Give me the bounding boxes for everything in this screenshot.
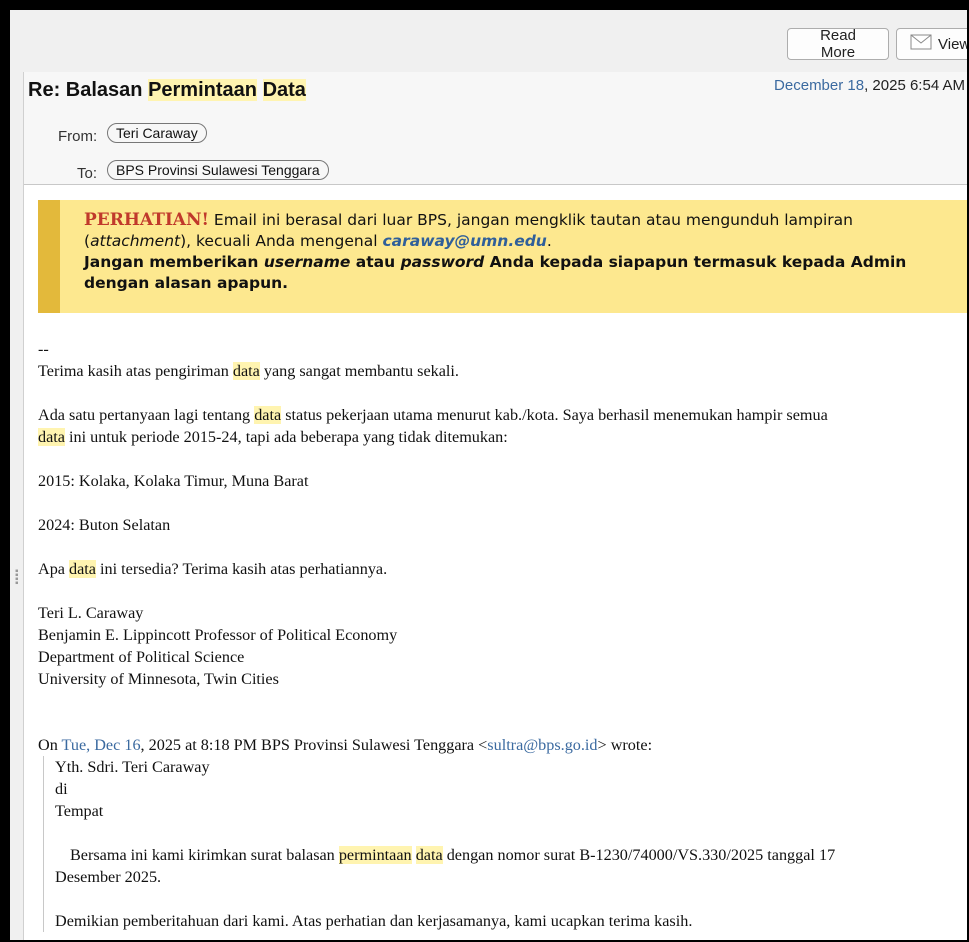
to-contact-pill[interactable]: BPS Provinsi Sulawesi Tenggara <box>107 160 329 180</box>
attribution-text-b: , 2025 at 8:18 PM BPS Provinsi Sulawesi … <box>140 736 488 754</box>
warning-text-3a: Jangan memberikan <box>84 253 264 271</box>
signature-title: Benjamin E. Lippincott Professor of Poli… <box>38 626 398 644</box>
from-contact-pill[interactable]: Teri Caraway <box>107 123 207 143</box>
signature-separator: -- <box>38 340 49 358</box>
date-time: , 2025 6:54 AM <box>864 77 965 94</box>
warning-line-4: dengan alasan apapun. <box>84 274 289 292</box>
p1-text-b: yang sangat membantu sekali. <box>259 362 459 380</box>
attribution-text-c: > wrote: <box>597 736 653 754</box>
message-date: December 18, 2025 6:54 AM <box>774 77 965 94</box>
body-paragraph-5: Apa data ini tersedia? Terima kasih atas… <box>38 558 967 580</box>
view-button[interactable]: View <box>896 28 967 60</box>
body-paragraph-3: 2015: Kolaka, Kolaka Timur, Muna Barat <box>38 472 309 490</box>
p1-text-a: Terima kasih atas pengiriman <box>38 362 233 380</box>
subject-highlight-1: Permintaan <box>148 79 257 101</box>
quote-line-di: di <box>55 780 68 798</box>
p5-text-a: Apa <box>38 560 70 578</box>
p5-highlight: data <box>69 560 96 578</box>
message-subject: Re: Balasan Permintaan Data <box>28 79 306 102</box>
warning-text-3b: atau <box>350 253 401 271</box>
warning-password-term: password <box>400 253 485 271</box>
signature-department: Department of Political Science <box>38 648 245 666</box>
envelope-icon <box>910 34 932 54</box>
warning-line-2: (attachment), kecuali Anda mengenal cara… <box>84 231 967 252</box>
p2-text-a: Ada satu pertanyaan lagi tentang <box>38 406 255 424</box>
p2-highlight-2: data <box>38 428 65 446</box>
q4-highlight-2: data <box>415 846 443 864</box>
p2-text-c: ini untuk periode 2015-24, tapi ada bebe… <box>64 428 508 446</box>
from-label: From: <box>58 128 98 145</box>
attribution-text-a: On <box>38 736 62 754</box>
quote-attribution: On Tue, Dec 16, 2025 at 8:18 PM BPS Prov… <box>38 734 967 756</box>
quoted-email-link[interactable]: sultra@bps.go.id <box>487 736 597 754</box>
warning-text-2b: ), kecuali Anda mengenal <box>180 232 383 250</box>
body-paragraph-2-cont: data ini untuk periode 2015-24, tapi ada… <box>38 426 967 448</box>
signature-university: University of Minnesota, Twin Cities <box>38 670 279 688</box>
warning-line-1: PERHATIAN! Email ini berasal dari luar B… <box>84 210 967 231</box>
p1-highlight: data <box>232 362 260 380</box>
toolbar: Read More View <box>10 10 967 73</box>
q4-text-b: dengan nomor surat B-1230/74000/VS.330/2… <box>442 846 836 864</box>
warning-text-3c: Anda kepada siapapun termasuk kepada Adm… <box>484 253 907 271</box>
message-body: -- Terima kasih atas pengiriman data yan… <box>38 338 967 932</box>
quoted-message: Yth. Sdri. Teri Caraway di Tempat Bersam… <box>43 756 967 932</box>
message-header: Re: Balasan Permintaan Data December 18,… <box>24 72 967 185</box>
splitter-grip-icon: ▪ ▪ ▪ ▪ <box>15 566 19 589</box>
sender-email-link[interactable]: caraway@umn.edu <box>382 232 546 250</box>
pane-splitter[interactable]: ▪ ▪ ▪ ▪ <box>10 72 24 940</box>
date-link[interactable]: December 18 <box>774 77 864 94</box>
p2-text-b: status pekerjaan utama menurut kab./kota… <box>281 406 828 424</box>
warning-text-1: Email ini berasal dari luar BPS, jangan … <box>209 211 853 229</box>
body-paragraph-2: Ada satu pertanyaan lagi tentang data st… <box>38 404 967 426</box>
body-paragraph-1: Terima kasih atas pengiriman data yang s… <box>38 360 967 382</box>
quote-paragraph-2: Demikian pemberitahuan dari kami. Atas p… <box>55 912 693 930</box>
quote-paragraph-1-cont: Desember 2025. <box>55 868 162 886</box>
to-label: To: <box>77 165 98 182</box>
q4-highlight-1: permintaan <box>338 846 412 864</box>
subject-highlight-2: Data <box>262 79 306 101</box>
view-label: View <box>938 35 967 53</box>
external-email-warning: PERHATIAN! Email ini berasal dari luar B… <box>38 200 967 313</box>
read-more-button[interactable]: Read More <box>787 27 889 61</box>
warning-line-3: Jangan memberikan username atau password… <box>84 252 967 273</box>
quote-paragraph-1: Bersama ini kami kirimkan surat balasan … <box>55 844 967 866</box>
q4-text-a: Bersama ini kami kirimkan surat balasan <box>70 846 339 864</box>
subject-prefix: Re: Balasan <box>28 79 143 101</box>
quoted-date-link[interactable]: Tue, Dec 16 <box>62 736 141 754</box>
p5-text-b: ini tersedia? Terima kasih atas perhatia… <box>95 560 388 578</box>
p2-highlight-1: data <box>254 406 282 424</box>
email-window: Read More View ▪ ▪ ▪ ▪ Re: Balasan Perminta… <box>10 10 967 940</box>
warning-username-term: username <box>263 253 351 271</box>
quote-greeting: Yth. Sdri. Teri Caraway <box>55 758 210 776</box>
signature-name: Teri L. Caraway <box>38 604 144 622</box>
read-more-label: Read More <box>820 27 856 61</box>
body-paragraph-4: 2024: Buton Selatan <box>38 516 171 534</box>
warning-text-2c: . <box>546 232 552 250</box>
quote-line-tempat: Tempat <box>55 802 104 820</box>
warning-attachment-term: attachment <box>90 232 181 250</box>
warning-title: PERHATIAN! <box>84 210 209 230</box>
